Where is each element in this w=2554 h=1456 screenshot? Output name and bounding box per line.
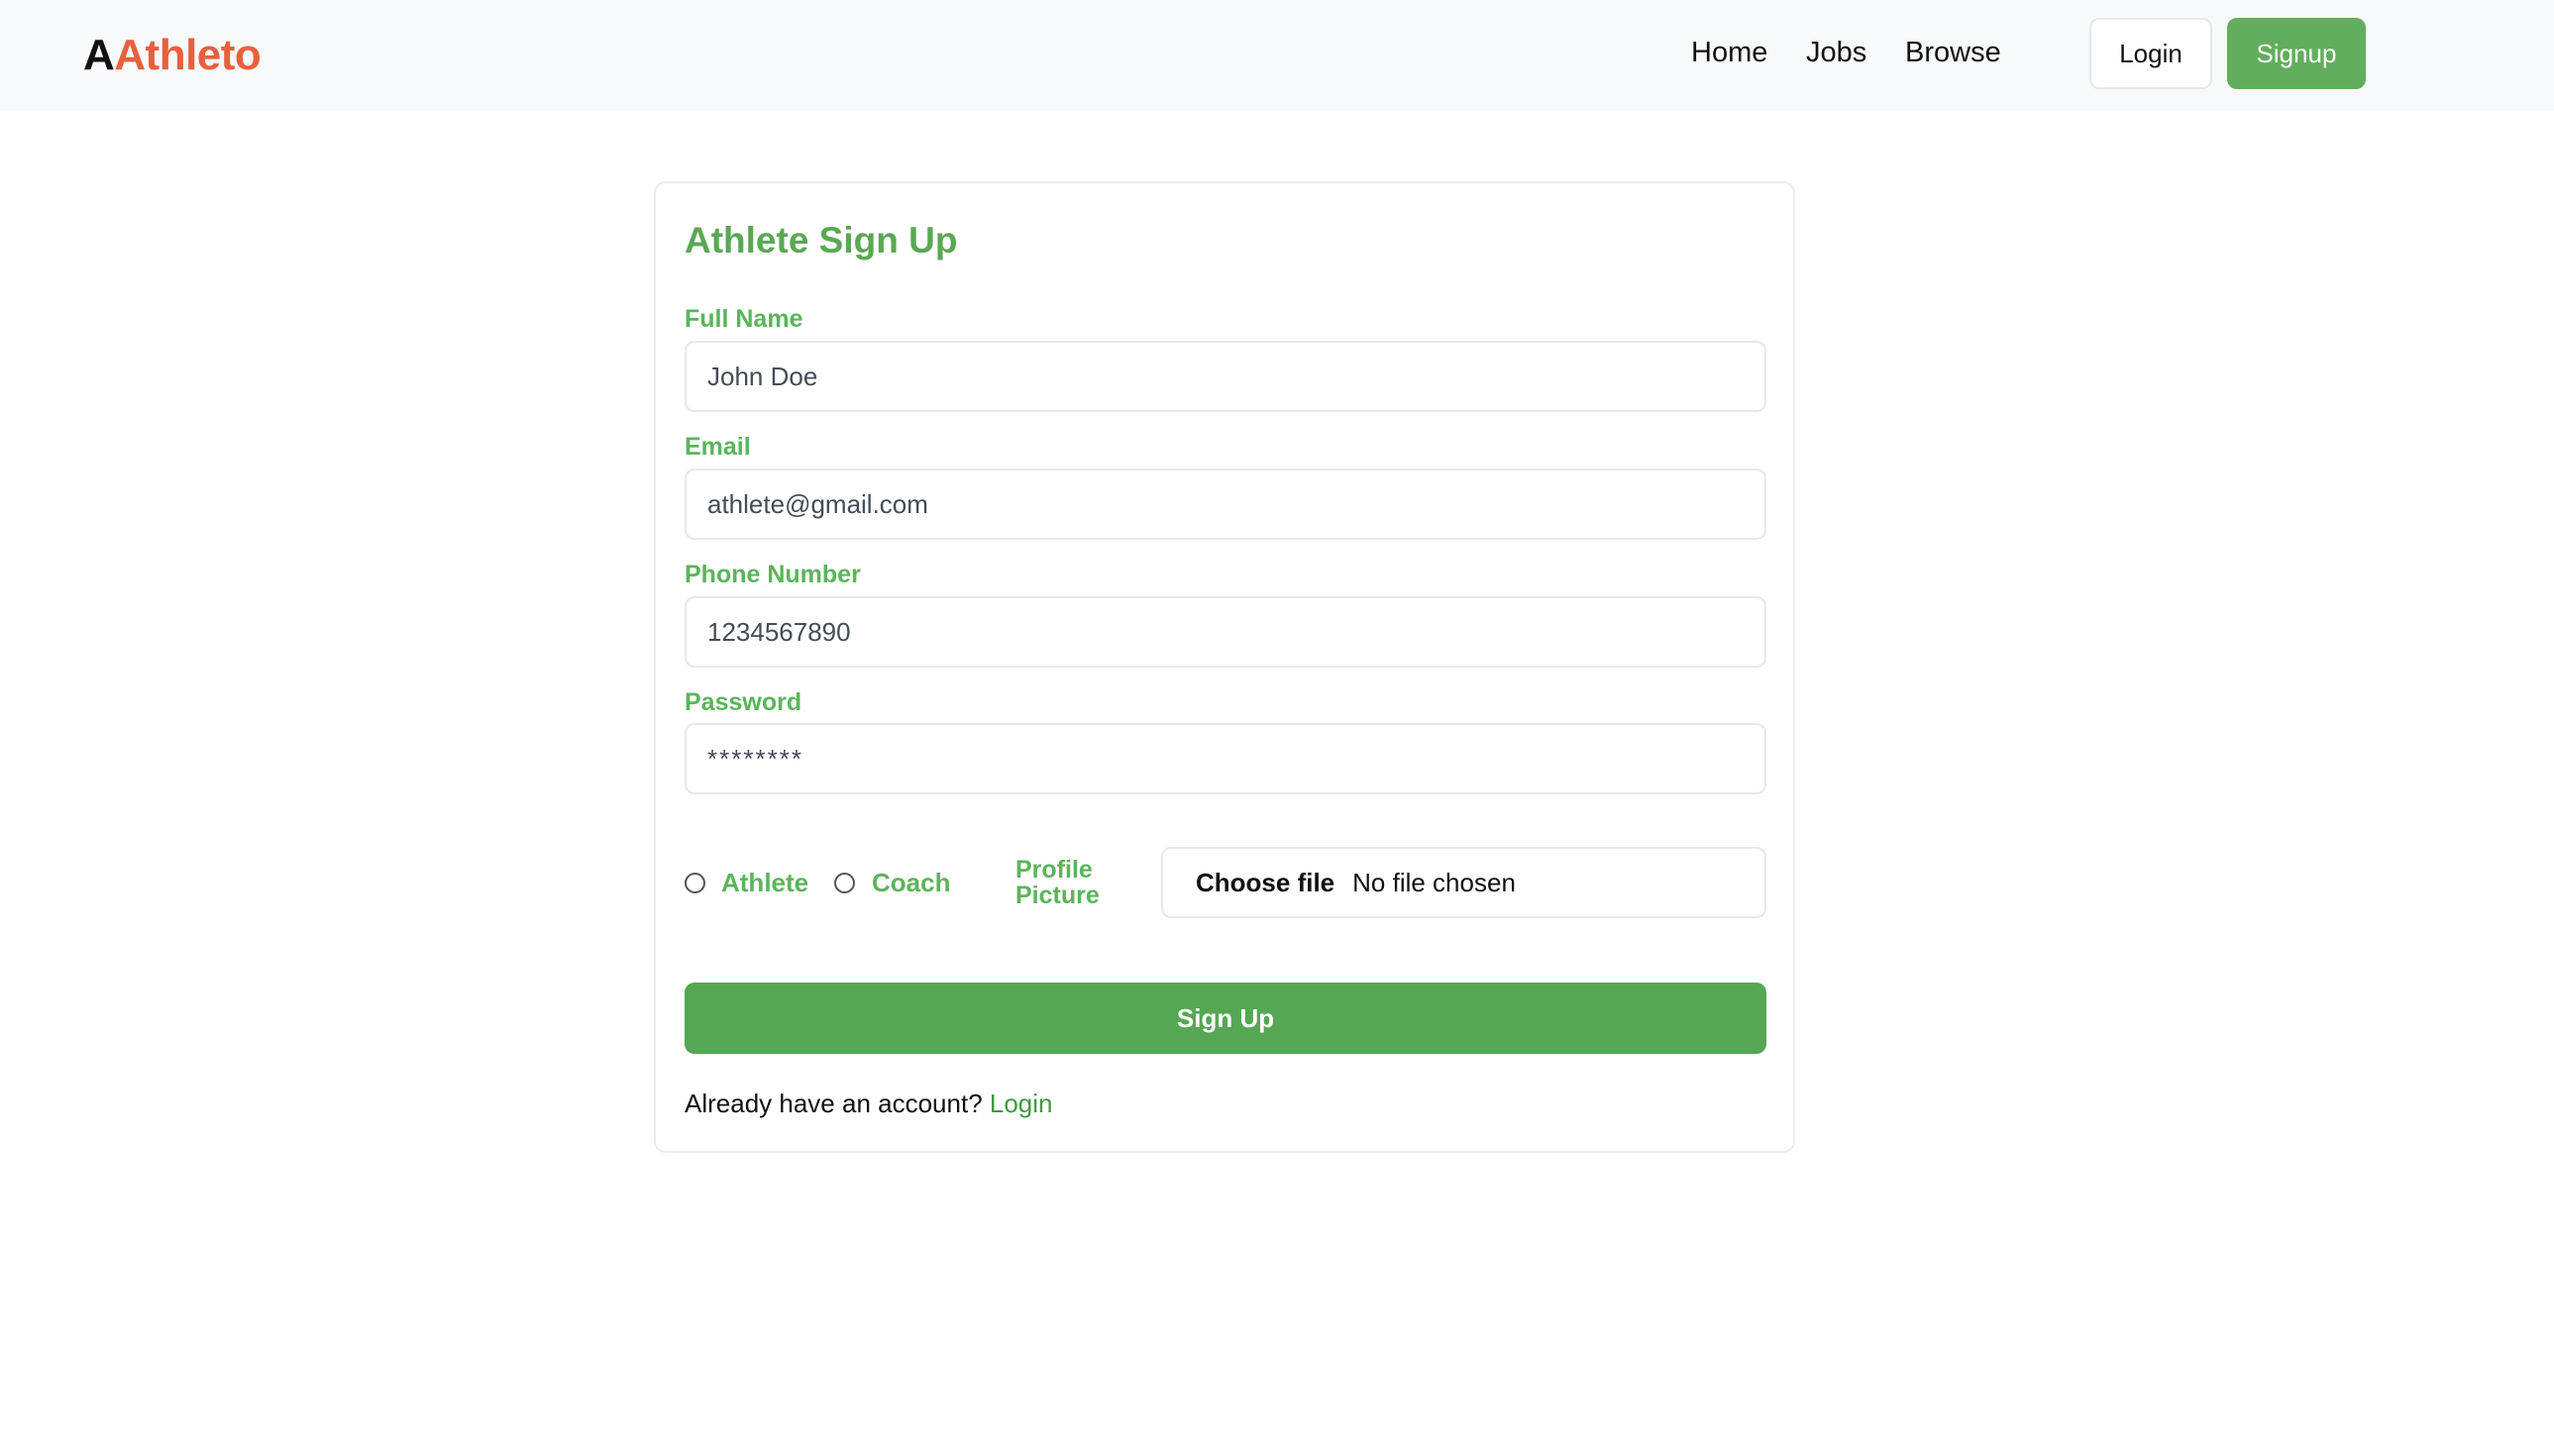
signup-button[interactable]: Signup bbox=[2227, 18, 2366, 89]
login-button[interactable]: Login bbox=[2089, 18, 2212, 89]
nav-home-link[interactable]: Home bbox=[1691, 32, 1767, 73]
phone-input[interactable]: 1234567890 bbox=[685, 596, 1766, 668]
top-navbar: AAthleto Home Jobs Browse Login Signup bbox=[0, 0, 2554, 111]
coach-radio[interactable] bbox=[834, 873, 855, 893]
email-label: Email bbox=[685, 433, 751, 461]
logo-name: Athleto bbox=[114, 31, 262, 79]
coach-radio-label[interactable]: Coach bbox=[872, 866, 950, 899]
password-input[interactable]: ******** bbox=[685, 723, 1766, 794]
password-label: Password bbox=[685, 688, 802, 716]
sign-up-submit-button[interactable]: Sign Up bbox=[685, 983, 1766, 1054]
login-link[interactable]: Login bbox=[990, 1089, 1053, 1118]
athlete-radio-label[interactable]: Athlete bbox=[721, 866, 808, 899]
nav-jobs-link[interactable]: Jobs bbox=[1806, 32, 1866, 73]
choose-file-button[interactable]: Choose file bbox=[1196, 868, 1334, 898]
login-prompt-text: Already have an account? bbox=[685, 1089, 983, 1118]
email-input[interactable]: athlete@gmail.com bbox=[685, 468, 1766, 540]
full-name-label: Full Name bbox=[685, 305, 803, 333]
file-status-text: No file chosen bbox=[1352, 867, 1516, 897]
nav-browse-link[interactable]: Browse bbox=[1905, 32, 2001, 73]
full-name-input[interactable]: John Doe bbox=[685, 341, 1766, 412]
athlete-radio[interactable] bbox=[685, 873, 705, 893]
login-prompt: Already have an account? Login bbox=[685, 1087, 1053, 1120]
brand-logo[interactable]: AAthleto bbox=[83, 28, 262, 83]
logo-prefix: A bbox=[83, 31, 115, 79]
profile-picture-label: Profile Picture bbox=[1015, 856, 1100, 909]
phone-label: Phone Number bbox=[685, 561, 861, 588]
form-title: Athlete Sign Up bbox=[685, 220, 958, 260]
profile-picture-file-input[interactable]: Choose file No file chosen bbox=[1161, 847, 1766, 918]
signup-card: Athlete Sign Up Full Name John Doe Email… bbox=[654, 181, 1795, 1153]
